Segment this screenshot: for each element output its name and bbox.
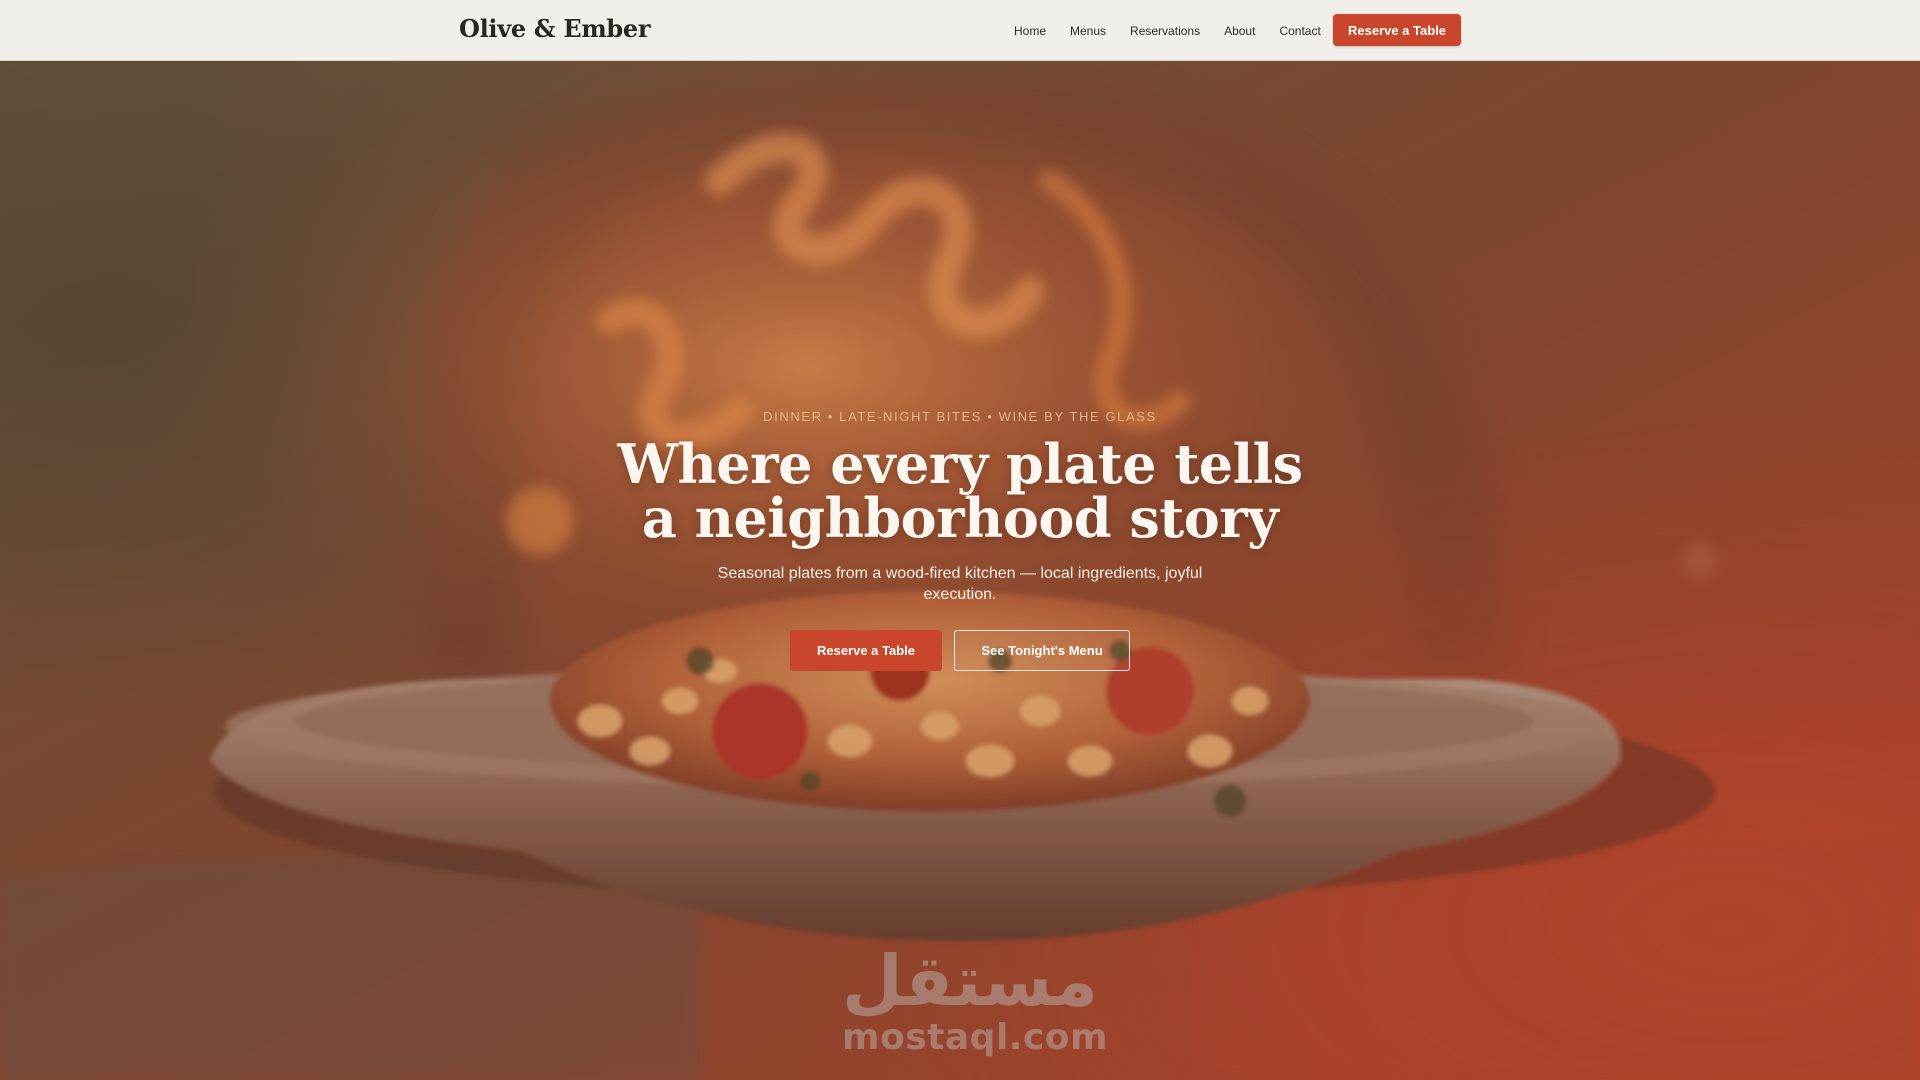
hero-headline-line-2: a neighborhood story <box>641 486 1279 550</box>
hero-reserve-button[interactable]: Reserve a Table <box>790 630 942 671</box>
nav-menus[interactable]: Menus <box>1070 24 1106 38</box>
hero-headline-line-1: Where every plate tells <box>617 432 1303 496</box>
hero-eyebrow: DINNER • LATE-NIGHT BITES • WINE BY THE … <box>763 409 1157 424</box>
hero-section: DINNER • LATE-NIGHT BITES • WINE BY THE … <box>0 61 1920 1080</box>
nav-contact[interactable]: Contact <box>1279 24 1320 38</box>
nav-reservations[interactable]: Reservations <box>1130 24 1200 38</box>
watermark-arabic: مستقل <box>842 940 1099 1022</box>
hero-menu-button[interactable]: See Tonight's Menu <box>954 630 1130 671</box>
header-reserve-button[interactable]: Reserve a Table <box>1333 14 1461 46</box>
hero-subhead: Seasonal plates from a wood-fired kitche… <box>717 565 1203 603</box>
hero-headline: Where every plate tells a neighborhood s… <box>0 437 1920 545</box>
nav-about[interactable]: About <box>1224 24 1255 38</box>
nav-home[interactable]: Home <box>1014 24 1046 38</box>
watermark-latin: mostaql.com <box>842 1017 1109 1058</box>
main-nav: Home Menus Reservations About Contact <box>1000 0 1345 61</box>
site-header: Olive & Ember Home Menus Reservations Ab… <box>0 0 1920 61</box>
brand-logo[interactable]: Olive & Ember <box>459 14 651 43</box>
watermark-logo: مستقل mostaql.com <box>842 940 1109 1061</box>
